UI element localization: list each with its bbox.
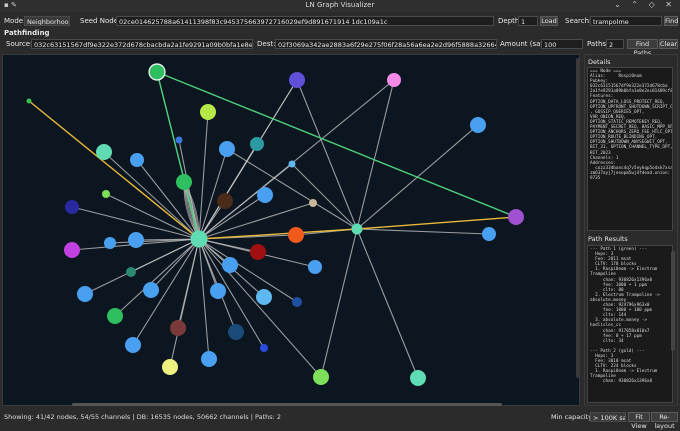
graph-node[interactable] — [222, 257, 238, 273]
graph-edge — [356, 228, 490, 235]
title-bar: ▪ ✎ LN Graph Visualizer ⌄ ⌃ ◇ ✕ — [0, 0, 680, 12]
dest-label: Dest: — [257, 40, 276, 48]
min-capacity-select[interactable]: > 100K sat — [590, 412, 626, 422]
find-paths-button[interactable]: Find Paths — [627, 39, 658, 57]
dest-input[interactable]: 02f3069a342ae2883a6f29e275f06f28a56a6ea2… — [275, 39, 497, 49]
graph-node[interactable] — [26, 98, 32, 104]
depth-spinbox[interactable]: 1 — [518, 16, 538, 26]
path-green-line — [156, 71, 200, 240]
mode-select[interactable]: Neighborhood — [24, 16, 70, 26]
graph-node[interactable] — [125, 337, 141, 353]
window-controls[interactable]: ⌄ ⌃ ◇ ✕ — [614, 0, 676, 9]
graph-node[interactable] — [190, 230, 208, 248]
path-results-scrollbar[interactable] — [671, 251, 675, 351]
graph-node[interactable] — [107, 308, 123, 324]
graph-node[interactable] — [148, 63, 166, 81]
graph-node[interactable] — [102, 190, 110, 198]
path-results-text[interactable]: --- Path 1 (green) --- Hops: 3 Fee: 2011… — [587, 245, 673, 403]
graph-node[interactable] — [256, 289, 272, 305]
graph-node[interactable] — [176, 174, 192, 190]
graph-node[interactable] — [217, 193, 233, 209]
graph-edge — [198, 79, 298, 240]
graph-node[interactable] — [508, 209, 524, 225]
graph-node[interactable] — [143, 282, 159, 298]
pathfinding-title: Pathfinding — [4, 29, 50, 37]
graph-node[interactable] — [210, 283, 226, 299]
graph-node[interactable] — [96, 144, 112, 160]
graph-node[interactable] — [228, 324, 244, 340]
load-button[interactable]: Load — [540, 16, 558, 26]
graph-node[interactable] — [77, 286, 93, 302]
paths-spinbox[interactable]: 2 — [606, 39, 624, 49]
fit-view-button[interactable]: Fit View — [628, 412, 650, 430]
graph-node[interactable] — [170, 320, 186, 336]
graph-node[interactable] — [128, 232, 144, 248]
graph-node[interactable] — [309, 199, 317, 207]
mode-label: Mode: — [4, 17, 26, 25]
path-results-title: Path Results — [588, 235, 628, 243]
graph-node[interactable] — [162, 359, 178, 375]
graph-node[interactable] — [260, 344, 268, 352]
graph-node[interactable] — [289, 72, 305, 88]
graph-canvas[interactable] — [2, 54, 580, 406]
status-bar: Showing: 41/42 nodes, 54/55 channels | D… — [0, 410, 680, 430]
status-text: Showing: 41/42 nodes, 54/55 channels | D… — [4, 413, 282, 421]
graph-svg[interactable] — [3, 55, 579, 405]
search-label: Search: — [565, 17, 592, 25]
graph-node[interactable] — [65, 200, 79, 214]
graph-node[interactable] — [482, 227, 496, 241]
graph-node[interactable] — [130, 153, 144, 167]
search-input[interactable]: trampolme — [590, 16, 662, 26]
graph-node[interactable] — [64, 242, 80, 258]
graph-node[interactable] — [200, 104, 216, 120]
window-title: LN Graph Visualizer — [305, 1, 375, 9]
graph-node[interactable] — [257, 187, 273, 203]
graph-node[interactable] — [288, 227, 304, 243]
graph-edge — [320, 228, 358, 378]
graph-horizontal-scrollbar[interactable] — [2, 403, 580, 407]
seed-node-input[interactable]: 02ce014625788a61411398f83c94537566397271… — [116, 16, 494, 26]
graph-node[interactable] — [219, 141, 235, 157]
source-input[interactable]: 032c63151567df9e322e372d678cbacbda2a1fe9… — [31, 39, 253, 49]
graph-node[interactable] — [387, 73, 401, 87]
seed-node-label: Seed Node: — [80, 17, 121, 25]
graph-node[interactable] — [250, 137, 264, 151]
graph-node[interactable] — [292, 297, 302, 307]
source-label: Source: — [6, 40, 33, 48]
graph-edge — [296, 79, 358, 230]
graph-edge — [198, 111, 209, 240]
graph-edge — [198, 238, 210, 360]
graph-node[interactable] — [351, 223, 363, 235]
graph-edge — [114, 238, 200, 317]
graph-edge — [169, 238, 200, 368]
graph-node[interactable] — [126, 267, 136, 277]
path-gold-line — [28, 100, 517, 240]
graph-node[interactable] — [175, 136, 183, 144]
graph-node[interactable] — [250, 244, 266, 260]
graph-node[interactable] — [288, 160, 296, 168]
graph-node[interactable] — [308, 260, 322, 274]
graph-node[interactable] — [410, 370, 426, 386]
amount-input[interactable]: 100 — [541, 39, 583, 49]
graph-edge — [150, 238, 200, 291]
graph-node[interactable] — [104, 237, 116, 249]
clear-button[interactable]: Clear — [659, 39, 678, 49]
right-panel: Details === Node === Alias: Rospi0nom Pu… — [584, 54, 678, 406]
find-button[interactable]: Find — [664, 16, 678, 26]
graph-edge — [291, 163, 358, 230]
details-text[interactable]: === Node === Alias: Rospi0nom Pubkey: 03… — [587, 67, 673, 231]
details-title: Details — [588, 58, 611, 66]
min-capacity-label: Min capacity: — [551, 413, 594, 421]
graph-edge — [356, 228, 419, 379]
graph-node[interactable] — [201, 351, 217, 367]
graph-vertical-scrollbar[interactable] — [576, 58, 580, 378]
relayout-button[interactable]: Re-layout — [651, 412, 678, 430]
path-green-line — [156, 71, 517, 218]
graph-edge — [198, 79, 395, 240]
graph-node[interactable] — [470, 117, 486, 133]
toolbar: Mode: Neighborhood Seed Node: 02ce014625… — [0, 14, 680, 28]
graph-node[interactable] — [313, 369, 329, 385]
pathfinding-row: Source: 032c63151567df9e322e372d678cbacb… — [0, 38, 680, 57]
